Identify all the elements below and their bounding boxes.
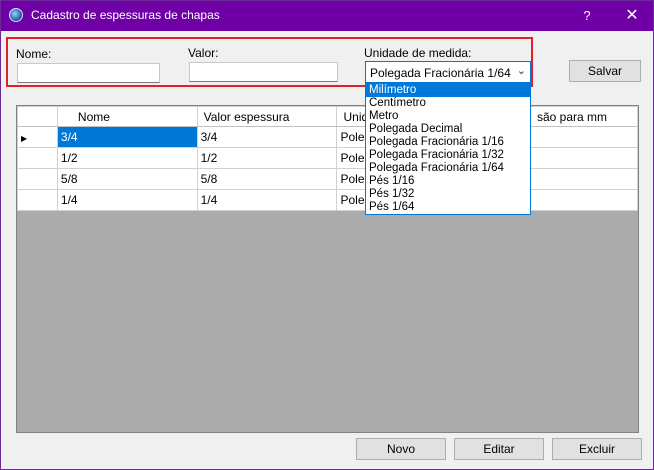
salvar-button[interactable]: Salvar bbox=[569, 60, 641, 82]
dialog-window: Cadastro de espessuras de chapas ? ✕ Nom… bbox=[0, 0, 654, 470]
cell-valor[interactable]: 5/8 bbox=[196, 168, 338, 190]
grid-table: Nome Valor espessura Unid são para mm ▶ … bbox=[17, 106, 638, 211]
table-row[interactable]: 1/2 1/2 Poleg bbox=[17, 147, 638, 169]
nome-input[interactable] bbox=[17, 63, 160, 83]
dropdown-option[interactable]: Polegada Decimal bbox=[366, 123, 530, 136]
valor-label: Valor: bbox=[188, 46, 219, 60]
valor-input[interactable] bbox=[189, 62, 338, 82]
app-icon bbox=[9, 8, 23, 22]
unidade-combobox[interactable]: Polegada Fracionária 1/64 ⌄ bbox=[365, 61, 531, 83]
cell-nome[interactable]: 3/4 bbox=[56, 126, 198, 148]
column-header-valor[interactable]: Valor espessura bbox=[196, 106, 338, 127]
table-row[interactable]: 1/4 1/4 Poleg bbox=[17, 189, 638, 211]
row-indicator[interactable] bbox=[17, 189, 58, 211]
column-header-nome[interactable]: Nome bbox=[56, 106, 198, 127]
row-indicator[interactable]: ▶ bbox=[17, 126, 58, 148]
table-row[interactable]: 5/8 5/8 Poleg bbox=[17, 168, 638, 190]
dropdown-option[interactable]: Pés 1/16 bbox=[366, 175, 530, 188]
dropdown-option[interactable]: Centímetro bbox=[366, 97, 530, 110]
excluir-button[interactable]: Excluir bbox=[552, 438, 642, 460]
unidade-dropdown-list[interactable]: Milímetro Centímetro Metro Polegada Deci… bbox=[365, 83, 531, 215]
dropdown-option[interactable]: Polegada Fracionária 1/64 bbox=[366, 162, 530, 175]
table-row[interactable]: ▶ 3/4 3/4 Poleg bbox=[17, 126, 638, 148]
cell-valor[interactable]: 1/4 bbox=[196, 189, 338, 211]
row-indicator[interactable] bbox=[17, 168, 58, 190]
editar-button[interactable]: Editar bbox=[454, 438, 544, 460]
chevron-down-icon[interactable]: ⌄ bbox=[517, 64, 526, 77]
row-pointer-icon: ▶ bbox=[21, 134, 28, 143]
dropdown-option[interactable]: Pés 1/32 bbox=[366, 188, 530, 201]
cell-nome[interactable]: 5/8 bbox=[56, 168, 198, 190]
cell-nome[interactable]: 1/4 bbox=[56, 189, 198, 211]
dropdown-option[interactable]: Pés 1/64 bbox=[366, 201, 530, 214]
data-grid[interactable]: Nome Valor espessura Unid são para mm ▶ … bbox=[16, 105, 639, 433]
dropdown-option[interactable]: Milímetro bbox=[366, 84, 530, 97]
cell-valor[interactable]: 1/2 bbox=[196, 147, 338, 169]
window-title: Cadastro de espessuras de chapas bbox=[31, 8, 220, 22]
close-button[interactable]: ✕ bbox=[619, 5, 645, 27]
unidade-selected-value: Polegada Fracionária 1/64 bbox=[370, 66, 511, 80]
grid-header-row: Nome Valor espessura Unid são para mm bbox=[17, 106, 638, 127]
cell-nome[interactable]: 1/2 bbox=[56, 147, 198, 169]
novo-button[interactable]: Novo bbox=[356, 438, 446, 460]
nome-label: Nome: bbox=[16, 47, 52, 61]
unidade-label: Unidade de medida: bbox=[364, 46, 472, 60]
row-indicator[interactable] bbox=[17, 147, 58, 169]
dropdown-option[interactable]: Polegada Fracionária 1/32 bbox=[366, 149, 530, 162]
dropdown-option[interactable]: Polegada Fracionária 1/16 bbox=[366, 136, 530, 149]
help-button[interactable]: ? bbox=[575, 5, 599, 27]
column-header-indicator[interactable] bbox=[17, 106, 58, 127]
dropdown-option[interactable]: Metro bbox=[366, 110, 530, 123]
cell-valor[interactable]: 3/4 bbox=[196, 126, 338, 148]
title-bar[interactable]: Cadastro de espessuras de chapas ? ✕ bbox=[1, 1, 653, 31]
